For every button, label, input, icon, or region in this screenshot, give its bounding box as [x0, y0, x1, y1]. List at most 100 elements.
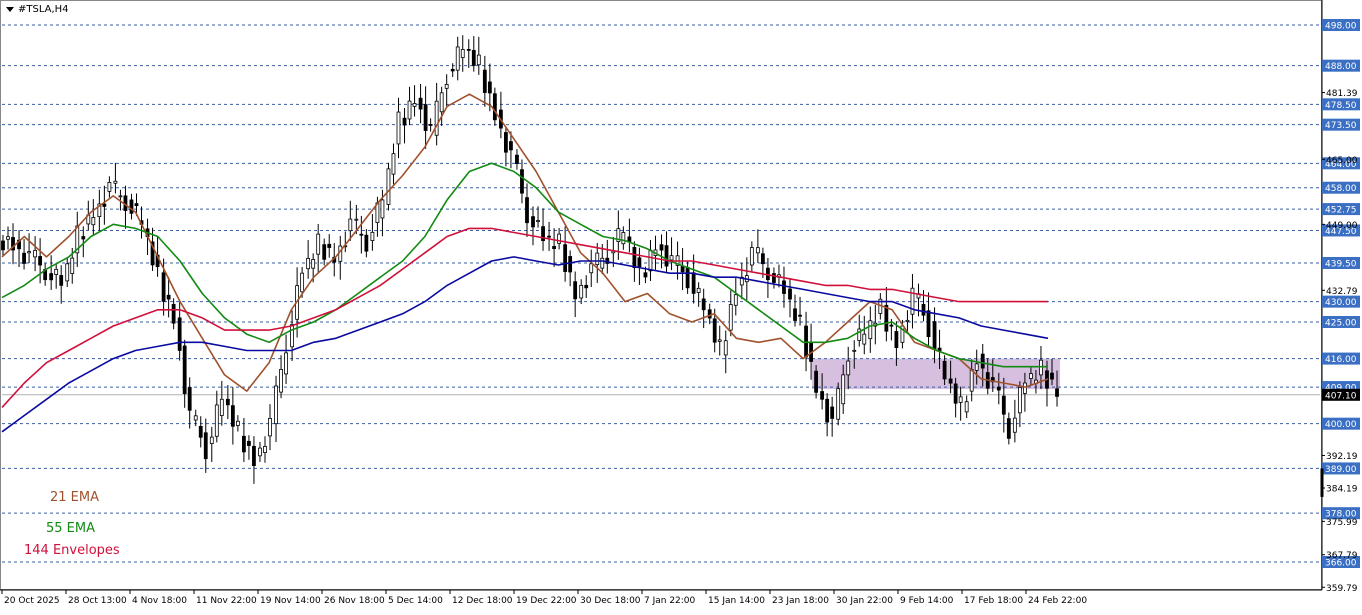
candle-body: [798, 314, 802, 317]
candle-body: [568, 256, 573, 273]
candle-body: [300, 272, 305, 293]
candle-body: [187, 387, 192, 411]
x-tick-label: 11 Nov 22:00: [196, 596, 257, 606]
price-chart[interactable]: 498.00488.00478.50473.50464.00458.00452.…: [0, 0, 1362, 611]
candle-body: [118, 195, 123, 198]
x-tick-label: 12 Dec 18:00: [452, 596, 513, 606]
candle-body: [444, 83, 449, 89]
x-tick-label: 4 Nov 18:00: [132, 596, 187, 606]
candle-body: [482, 69, 487, 93]
candle-body: [22, 252, 26, 264]
symbol-label[interactable]: #TSLA,H4: [6, 4, 69, 15]
candle-body: [306, 257, 311, 270]
candle-body: [113, 180, 118, 184]
candle-body: [407, 100, 412, 120]
candle-body: [279, 369, 283, 393]
candle-body: [504, 132, 508, 153]
candle-body: [1050, 372, 1054, 380]
chart-area[interactable]: 498.00 488.00 478.50 473.50 464.00 458.00 452.…: [0, 0, 1362, 611]
candle-body: [476, 54, 481, 66]
candle-body: [263, 446, 267, 453]
candle-body: [595, 252, 600, 266]
legend-ema55: 55 EMA: [46, 521, 95, 536]
candle-body: [557, 233, 562, 244]
candle-body: [198, 425, 203, 438]
candle-body: [932, 321, 937, 350]
candle-body: [27, 251, 31, 254]
level-label: 458.00: [1325, 184, 1357, 194]
level-label: 488.00: [1325, 62, 1357, 72]
level-label: 478.50: [1325, 101, 1357, 111]
candle-body: [910, 287, 915, 315]
candle-body: [1, 240, 5, 251]
candle-body: [492, 93, 497, 121]
candle-body: [958, 396, 963, 403]
candle-body: [728, 304, 733, 331]
plot-frame: [0, 0, 1322, 590]
candle-body: [316, 233, 321, 255]
dropdown-arrow-icon[interactable]: [6, 6, 14, 12]
candle-body: [969, 369, 974, 392]
candle-body: [134, 203, 139, 207]
candle-body: [830, 406, 835, 419]
candle-body: [953, 383, 958, 404]
candle-body: [632, 246, 637, 268]
candle-body: [359, 233, 364, 236]
candle-body: [327, 243, 332, 248]
candle-body: [439, 92, 444, 113]
x-tick-label: 15 Jan 14:00: [708, 596, 765, 606]
candle-body: [648, 249, 653, 272]
y-tick-label: 367.79: [1326, 551, 1358, 561]
candle-body: [836, 388, 841, 420]
candle-body: [760, 253, 765, 265]
candle-body: [884, 304, 889, 332]
candle-body: [942, 360, 947, 380]
candle-body: [230, 405, 235, 427]
y-tick-label: 392.19: [1326, 452, 1358, 462]
candle-body: [354, 218, 359, 221]
level-label: 430.00: [1325, 298, 1357, 308]
candle-body: [348, 218, 353, 232]
candle-body: [643, 272, 648, 278]
candle-body: [235, 420, 240, 426]
candle-body: [772, 273, 776, 283]
candle-body: [91, 217, 96, 226]
candle-body: [520, 169, 524, 194]
candle-body: [242, 435, 246, 453]
candle-body: [171, 303, 176, 324]
candle-body: [814, 370, 818, 393]
x-tick-label: 19 Dec 22:00: [516, 596, 577, 606]
candle-body: [166, 294, 171, 300]
candle-body: [600, 257, 605, 269]
candle-body: [680, 265, 685, 273]
candle-body: [102, 203, 107, 207]
candle-body: [364, 234, 369, 252]
candle-body: [1012, 417, 1017, 433]
candle-body: [841, 374, 846, 405]
candle-body: [579, 284, 584, 299]
candle-body: [531, 216, 535, 228]
candle-body: [664, 245, 669, 267]
candle-body: [466, 49, 471, 51]
current-price-label: 407.10: [1325, 391, 1357, 401]
candle-body: [894, 331, 899, 349]
candle-body: [868, 320, 873, 340]
candle-body: [380, 199, 385, 219]
candle-body: [396, 111, 401, 145]
candle-body: [712, 318, 717, 343]
candle-body: [846, 360, 851, 376]
candle-body: [536, 220, 540, 223]
candle-body: [455, 46, 460, 71]
candle-body: [391, 153, 396, 175]
candle-body: [38, 256, 43, 266]
candle-body: [733, 294, 738, 306]
candle-body: [107, 182, 112, 192]
candle-body: [1017, 386, 1022, 414]
candle-body: [584, 284, 589, 289]
candle-body: [563, 244, 568, 272]
x-tick-label: 23 Jan 18:00: [772, 596, 829, 606]
candle-body: [852, 349, 857, 352]
candle-body: [370, 231, 375, 242]
candle-body: [573, 281, 578, 300]
symbol-text: #TSLA,H4: [18, 4, 69, 15]
